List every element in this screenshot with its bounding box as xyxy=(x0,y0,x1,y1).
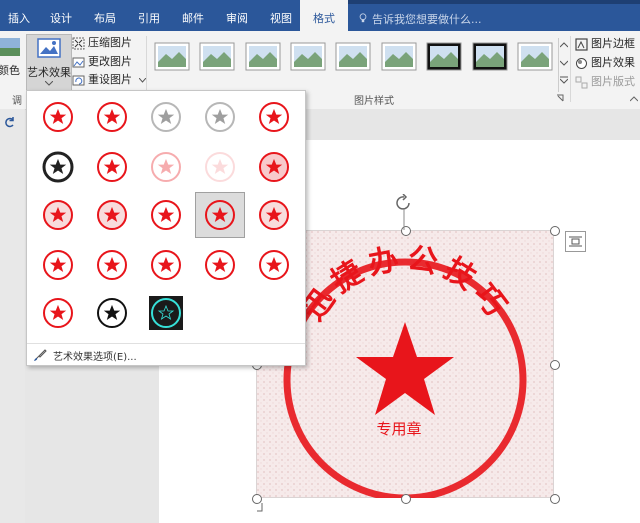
styles-scroll[interactable] xyxy=(558,38,569,92)
artistic-effect-option[interactable] xyxy=(34,95,82,139)
picture-border-icon xyxy=(575,37,588,51)
change-picture-button[interactable]: 更改图片 xyxy=(72,53,132,71)
artistic-effect-option[interactable] xyxy=(142,243,190,287)
layout-options-icon xyxy=(569,236,582,247)
picture-style-thumbnail[interactable] xyxy=(245,40,281,74)
layout-options-button[interactable] xyxy=(565,231,586,252)
artistic-effect-option[interactable] xyxy=(34,145,82,189)
stamp-subtext: 专用章 xyxy=(376,420,421,438)
tab-design[interactable]: 设计 xyxy=(40,0,82,31)
reset-picture-icon xyxy=(72,75,85,85)
artistic-effects-options-label: 艺术效果选项(E)... xyxy=(53,352,137,363)
artistic-effects-button[interactable]: 艺术效果 xyxy=(26,34,72,94)
picture-effects-icon xyxy=(576,57,587,69)
compress-label: 压缩图片 xyxy=(88,36,132,49)
artistic-effect-option[interactable] xyxy=(195,192,245,238)
artistic-effect-option[interactable] xyxy=(196,145,244,189)
artistic-effect-option[interactable] xyxy=(34,243,82,287)
title-strip xyxy=(318,0,640,4)
tab-review[interactable]: 审阅 xyxy=(216,0,258,31)
tab-layout[interactable]: 布局 xyxy=(84,0,126,31)
artistic-effect-option[interactable] xyxy=(250,145,298,189)
resize-handle[interactable] xyxy=(550,494,560,504)
picture-style-thumbnail[interactable] xyxy=(154,40,190,74)
color-button[interactable]: 颜色 xyxy=(0,36,22,86)
styles-group-label: 图片样式 xyxy=(354,96,394,107)
picture-style-thumbnail[interactable] xyxy=(517,40,553,74)
tab-mailings[interactable]: 邮件 xyxy=(172,0,214,31)
resize-handle[interactable] xyxy=(401,494,411,504)
undo-icon[interactable] xyxy=(4,116,16,128)
tab-insert[interactable]: 插入 xyxy=(0,0,38,31)
artistic-effect-option[interactable] xyxy=(88,95,136,139)
artistic-effect-option[interactable] xyxy=(88,145,136,189)
tell-me-box[interactable]: 告诉我您想要做什么... xyxy=(358,8,482,28)
picture-style-thumbnail[interactable] xyxy=(290,40,326,74)
adjust-group-label: 调 xyxy=(12,96,22,107)
color-label: 颜色 xyxy=(0,64,20,77)
resize-handle[interactable] xyxy=(550,360,560,370)
picture-style-thumbnail[interactable] xyxy=(472,40,508,74)
color-icon xyxy=(0,38,20,56)
picture-layout-icon xyxy=(575,76,588,88)
artistic-effect-option[interactable] xyxy=(250,243,298,287)
artistic-effects-gallery: 艺术效果选项(E)... xyxy=(26,90,306,366)
artistic-effects-label: 艺术效果 xyxy=(27,66,71,79)
artistic-effects-icon xyxy=(37,38,61,58)
collapse-ribbon-icon[interactable] xyxy=(630,96,638,102)
artistic-effect-option[interactable] xyxy=(196,243,244,287)
artistic-effect-option[interactable] xyxy=(34,291,82,335)
resize-handle[interactable] xyxy=(550,226,560,236)
ribbon-separator xyxy=(570,36,571,102)
artistic-effect-option[interactable] xyxy=(88,291,136,335)
picture-style-thumbnail[interactable] xyxy=(426,40,462,74)
picture-style-thumbnail[interactable] xyxy=(381,40,417,74)
effects-label: 图片效果 xyxy=(591,56,635,69)
artistic-effect-option[interactable] xyxy=(88,243,136,287)
artistic-effect-option[interactable] xyxy=(88,193,136,237)
picture-style-thumbnail[interactable] xyxy=(335,40,371,74)
chevron-down-icon xyxy=(45,81,53,86)
tab-format[interactable]: 格式 xyxy=(300,0,348,31)
tab-references[interactable]: 引用 xyxy=(128,0,170,31)
lightbulb-icon xyxy=(359,13,367,23)
artistic-effect-option[interactable] xyxy=(34,193,82,237)
change-picture-icon xyxy=(72,57,85,67)
artistic-effect-option[interactable] xyxy=(142,193,190,237)
artistic-effect-option[interactable] xyxy=(142,95,190,139)
change-label: 更改图片 xyxy=(88,55,132,68)
reset-picture-button[interactable]: 重设图片 xyxy=(72,71,146,89)
compress-pictures-button[interactable]: 压缩图片 xyxy=(72,34,132,52)
layout-label: 图片版式 xyxy=(591,75,635,88)
artistic-effect-option[interactable] xyxy=(196,95,244,139)
artistic-effect-option[interactable] xyxy=(250,193,298,237)
dialog-launcher-icon[interactable] xyxy=(556,94,564,102)
reset-label: 重设图片 xyxy=(88,73,132,86)
left-panel xyxy=(0,109,25,523)
chevron-down-icon xyxy=(138,77,146,83)
picture-style-thumbnail[interactable] xyxy=(199,40,235,74)
more-icon xyxy=(560,76,568,84)
picture-effects-button[interactable]: 图片效果 xyxy=(575,54,640,72)
brush-icon xyxy=(34,349,47,361)
artistic-effects-options[interactable]: 艺术效果选项(E)... xyxy=(27,343,305,366)
artistic-effect-option[interactable] xyxy=(142,145,190,189)
artistic-effect-option[interactable] xyxy=(250,95,298,139)
tab-view[interactable]: 视图 xyxy=(260,0,302,31)
paragraph-mark-icon xyxy=(257,503,263,512)
border-label: 图片边框 xyxy=(591,37,635,50)
compress-icon xyxy=(72,37,85,49)
artistic-effect-option[interactable] xyxy=(142,291,190,335)
tell-me-text: 告诉我您想要做什么... xyxy=(372,13,482,26)
rotate-handle-icon[interactable] xyxy=(394,194,414,230)
chevron-up-icon xyxy=(560,42,568,48)
chevron-down-icon xyxy=(560,60,568,66)
picture-border-button[interactable]: 图片边框 xyxy=(575,35,640,53)
picture-layout-button[interactable]: 图片版式 xyxy=(575,73,640,91)
